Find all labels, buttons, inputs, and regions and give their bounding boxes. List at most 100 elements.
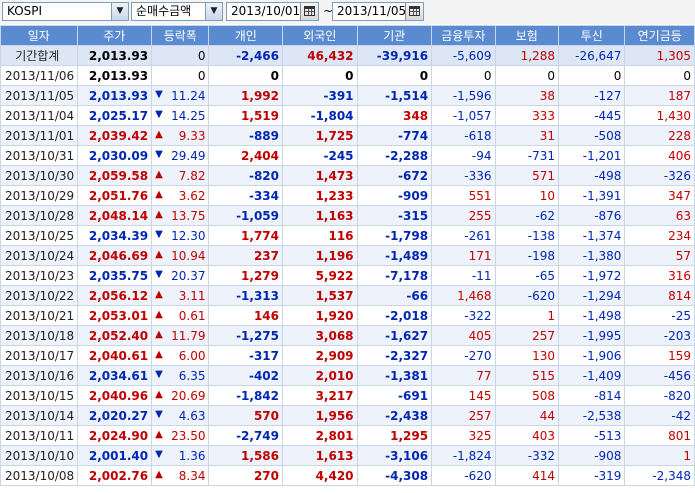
col-header-pension[interactable]: 연기금등: [624, 25, 695, 46]
financial-investment-cell: -270: [431, 345, 496, 366]
institution-cell: -774: [356, 125, 433, 146]
date-cell: 2013/10/11: [0, 425, 78, 446]
market-select[interactable]: KOSPI ▼: [2, 2, 129, 21]
header-row: 일자 주가 등락폭 개인 외국인 기관 금융투자 보험 투신 연기금등: [0, 25, 695, 46]
price-cell: 2,002.76: [76, 465, 153, 486]
col-header-financial-investment[interactable]: 금융투자: [431, 25, 496, 46]
change-value: 10.94: [171, 248, 206, 263]
change-value: 0.61: [178, 308, 206, 323]
retail-cell: 2,404: [208, 145, 283, 166]
insurance-cell: 0: [494, 65, 559, 86]
foreign-cell: 1,956: [282, 405, 358, 426]
investment-trust-cell: -908: [557, 445, 626, 466]
institution-cell: -2,018: [356, 305, 433, 326]
change-value: 20.37: [171, 268, 206, 283]
investment-trust-cell: -1,380: [557, 245, 626, 266]
pension-cell: 814: [624, 285, 695, 306]
financial-investment-cell: -322: [431, 305, 496, 326]
col-header-investment-trust[interactable]: 투신: [557, 25, 626, 46]
foreign-cell: -1,804: [282, 105, 358, 126]
insurance-cell: 571: [494, 165, 559, 186]
date-cell: 2013/10/22: [0, 285, 78, 306]
institution-cell: -672: [356, 165, 433, 186]
foreign-cell: 1,613: [282, 445, 358, 466]
retail-cell: -1,059: [208, 205, 283, 226]
table-row[interactable]: 2013/10/17 2,040.61 ▲ 6.00 -317 2,909 -2,327 -2…: [0, 345, 695, 366]
table-row[interactable]: 2013/10/10 2,001.40 ▼ 1.36 1,586 1,613 -3,106-…: [0, 445, 695, 466]
table-row[interactable]: 2013/10/18 2,052.40 ▲ 11.79 -1,275 3,068 -1,62…: [0, 325, 695, 346]
pension-cell: 234: [624, 225, 695, 246]
foreign-cell: 1,537: [282, 285, 358, 306]
col-header-institution[interactable]: 기관: [356, 25, 433, 46]
pension-cell: 159: [624, 345, 695, 366]
change-value: 1.36: [178, 448, 206, 463]
view-select[interactable]: 순매수금액 ▼: [131, 2, 223, 21]
foreign-cell: 2,801: [282, 425, 358, 446]
insurance-cell: 31: [494, 125, 559, 146]
table-row[interactable]: 2013/11/01 2,039.42 ▲ 9.33 -889 1,725 -774 -618…: [0, 125, 695, 146]
period-total-row[interactable]: 기간합계 2,013.93 0 -2,466 46,432 -39,916 -5,609 1,…: [0, 45, 695, 66]
table-row[interactable]: 2013/11/04 2,025.17 ▼ 14.25 1,519 -1,804 348 -1…: [0, 105, 695, 126]
insurance-cell: -65: [494, 265, 559, 286]
financial-investment-cell: -1,596: [431, 85, 496, 106]
retail-cell: 0: [208, 65, 283, 86]
table-row[interactable]: 2013/10/14 2,020.27 ▼ 4.63 570 1,956 -2,438 257…: [0, 405, 695, 426]
change-cell: 0: [151, 45, 210, 66]
change-cell: ▼ 12.30: [151, 225, 210, 246]
triangle-down-icon: ▼: [155, 408, 163, 420]
col-header-insurance[interactable]: 보험: [494, 25, 559, 46]
calendar-icon[interactable]: [300, 3, 318, 20]
table-row[interactable]: 2013/10/22 2,056.12 ▲ 3.11 -1,313 1,537 -66 1,4…: [0, 285, 695, 306]
price-cell: 2,040.61: [76, 345, 153, 366]
pension-cell: 316: [624, 265, 695, 286]
date-to-field[interactable]: 2013/11/05: [332, 2, 424, 21]
institution-cell: -1,514: [356, 85, 433, 106]
triangle-down-icon: ▼: [155, 228, 163, 240]
investment-trust-cell: -498: [557, 165, 626, 186]
triangle-up-icon: ▲: [155, 308, 163, 320]
table-row[interactable]: 2013/10/15 2,040.96 ▲ 20.69 -1,842 3,217 -691 1…: [0, 385, 695, 406]
investment-trust-cell: -1,201: [557, 145, 626, 166]
table-row[interactable]: 2013/10/08 2,002.76 ▲ 8.34 270 4,420 -4,308 -62…: [0, 465, 695, 486]
table-row[interactable]: 2013/11/06 2,013.93 0 0 0 0 0 0 0 0: [0, 65, 695, 86]
table-row[interactable]: 2013/10/28 2,048.14 ▲ 13.75 -1,059 1,163 -315 2…: [0, 205, 695, 226]
table-row[interactable]: 2013/10/16 2,034.61 ▼ 6.35 -402 2,010 -1,381 77…: [0, 365, 695, 386]
table-row[interactable]: 2013/10/30 2,059.58 ▲ 7.82 -820 1,473 -672 -336…: [0, 165, 695, 186]
col-header-change[interactable]: 등락폭: [151, 25, 210, 46]
foreign-cell: 3,068: [282, 325, 358, 346]
insurance-cell: -138: [494, 225, 559, 246]
col-header-retail[interactable]: 개인: [208, 25, 283, 46]
table-row[interactable]: 2013/11/05 2,013.93 ▼ 11.24 1,992 -391 -1,514-…: [0, 85, 695, 106]
triangle-up-icon: ▲: [155, 168, 163, 180]
table-row[interactable]: 2013/10/24 2,046.69 ▲ 10.94 237 1,196 -1,489 17…: [0, 245, 695, 266]
pension-cell: 187: [624, 85, 695, 106]
calendar-icon[interactable]: [405, 3, 423, 20]
col-header-date[interactable]: 일자: [0, 25, 78, 46]
col-header-price[interactable]: 주가: [76, 25, 153, 46]
col-header-foreign[interactable]: 외국인: [282, 25, 358, 46]
table-body: 기간합계 2,013.93 0 -2,466 46,432 -39,916 -5,609 1,…: [0, 45, 695, 486]
date-cell: 2013/10/29: [0, 185, 78, 206]
chevron-down-icon[interactable]: ▼: [205, 3, 222, 20]
change-value: 12.30: [171, 228, 206, 243]
price-cell: 2,024.90: [76, 425, 153, 446]
financial-investment-cell: 171: [431, 245, 496, 266]
table-row[interactable]: 2013/10/25 2,034.39 ▼ 12.30 1,774 116 -1,798 -2…: [0, 225, 695, 246]
investment-trust-cell: -1,391: [557, 185, 626, 206]
table-row[interactable]: 2013/10/31 2,030.09 ▼ 29.49 2,404 -245 -2,288-…: [0, 145, 695, 166]
table-row[interactable]: 2013/10/23 2,035.75 ▼ 20.37 1,279 5,922 -7,178…: [0, 265, 695, 286]
insurance-cell: 130: [494, 345, 559, 366]
table-row[interactable]: 2013/10/29 2,051.76 ▲ 3.62 -334 1,233 -909 551 1…: [0, 185, 695, 206]
date-from-field[interactable]: 2013/10/01: [226, 2, 319, 21]
institution-cell: 1,295: [356, 425, 433, 446]
financial-investment-cell: -336: [431, 165, 496, 186]
retail-cell: -2,749: [208, 425, 283, 446]
table-row[interactable]: 2013/10/21 2,053.01 ▲ 0.61 146 1,920 -2,018 -32…: [0, 305, 695, 326]
foreign-cell: 5,922: [282, 265, 358, 286]
triangle-up-icon: ▲: [155, 208, 163, 220]
change-value: 11.79: [171, 328, 206, 343]
chevron-down-icon[interactable]: ▼: [111, 3, 128, 20]
table-row[interactable]: 2013/10/11 2,024.90 ▲ 23.50 -2,749 2,801 1,295…: [0, 425, 695, 446]
triangle-down-icon: ▼: [155, 88, 163, 100]
price-cell: 2,056.12: [76, 285, 153, 306]
